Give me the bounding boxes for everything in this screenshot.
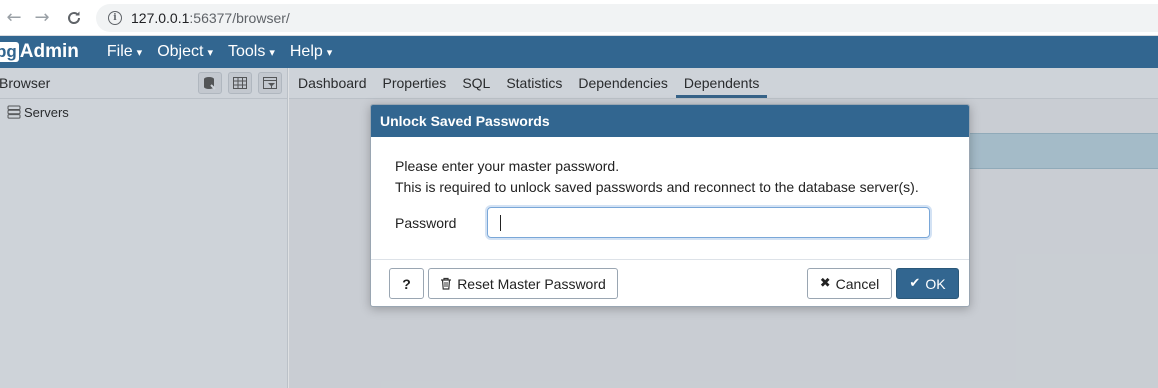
dialog-footer: ? Reset Master Password ✖ Cancel ✔ OK bbox=[371, 259, 969, 307]
chevron-down-icon: ▾ bbox=[326, 45, 333, 59]
reset-master-password-button[interactable]: Reset Master Password bbox=[428, 268, 618, 299]
main-menu: File ▾ Object ▾ Tools ▾ Help ▾ bbox=[107, 43, 347, 61]
ok-button[interactable]: ✔ OK bbox=[896, 268, 959, 299]
text-cursor bbox=[500, 214, 501, 231]
app-navbar: pg Admin File ▾ Object ▾ Tools ▾ Help ▾ bbox=[0, 36, 1158, 68]
close-icon: ✖ bbox=[819, 276, 831, 291]
cancel-button[interactable]: ✖ Cancel bbox=[807, 268, 892, 299]
info-icon[interactable]: i bbox=[108, 11, 122, 25]
url-path: :56377/browser/ bbox=[189, 10, 290, 26]
logo-pg: pg bbox=[0, 42, 19, 62]
dialog-title: Unlock Saved Passwords bbox=[371, 105, 969, 137]
logo-admin: Admin bbox=[19, 41, 79, 62]
dialog-body: Please enter your master password. This … bbox=[371, 137, 969, 238]
dialog-message-line1: Please enter your master password. bbox=[395, 158, 620, 174]
password-input[interactable] bbox=[487, 207, 930, 238]
pgadmin-logo: pg Admin bbox=[0, 41, 79, 63]
menu-file[interactable]: File ▾ bbox=[107, 43, 142, 61]
password-label: Password bbox=[395, 214, 457, 231]
menu-tools[interactable]: Tools ▾ bbox=[228, 43, 275, 61]
menu-help[interactable]: Help ▾ bbox=[290, 43, 332, 61]
address-bar[interactable]: i 127.0.0.1:56377/browser/ bbox=[96, 4, 1158, 32]
check-icon: ✔ bbox=[909, 276, 921, 291]
reload-icon[interactable] bbox=[60, 4, 88, 32]
trash-icon bbox=[441, 277, 452, 290]
chevron-down-icon: ▾ bbox=[136, 45, 143, 59]
unlock-passwords-dialog: Unlock Saved Passwords Please enter your… bbox=[370, 104, 970, 307]
browser-toolbar: ← → i 127.0.0.1:56377/browser/ bbox=[0, 0, 1158, 36]
menu-object[interactable]: Object ▾ bbox=[157, 43, 213, 61]
url-host: 127.0.0.1 bbox=[131, 10, 190, 26]
forward-icon[interactable]: → bbox=[28, 4, 56, 32]
dialog-message-line2: This is required to unlock saved passwor… bbox=[395, 179, 919, 195]
chevron-down-icon: ▾ bbox=[269, 45, 275, 59]
back-icon[interactable]: ← bbox=[0, 4, 28, 32]
chevron-down-icon: ▾ bbox=[207, 45, 213, 59]
help-button[interactable]: ? bbox=[389, 268, 424, 299]
